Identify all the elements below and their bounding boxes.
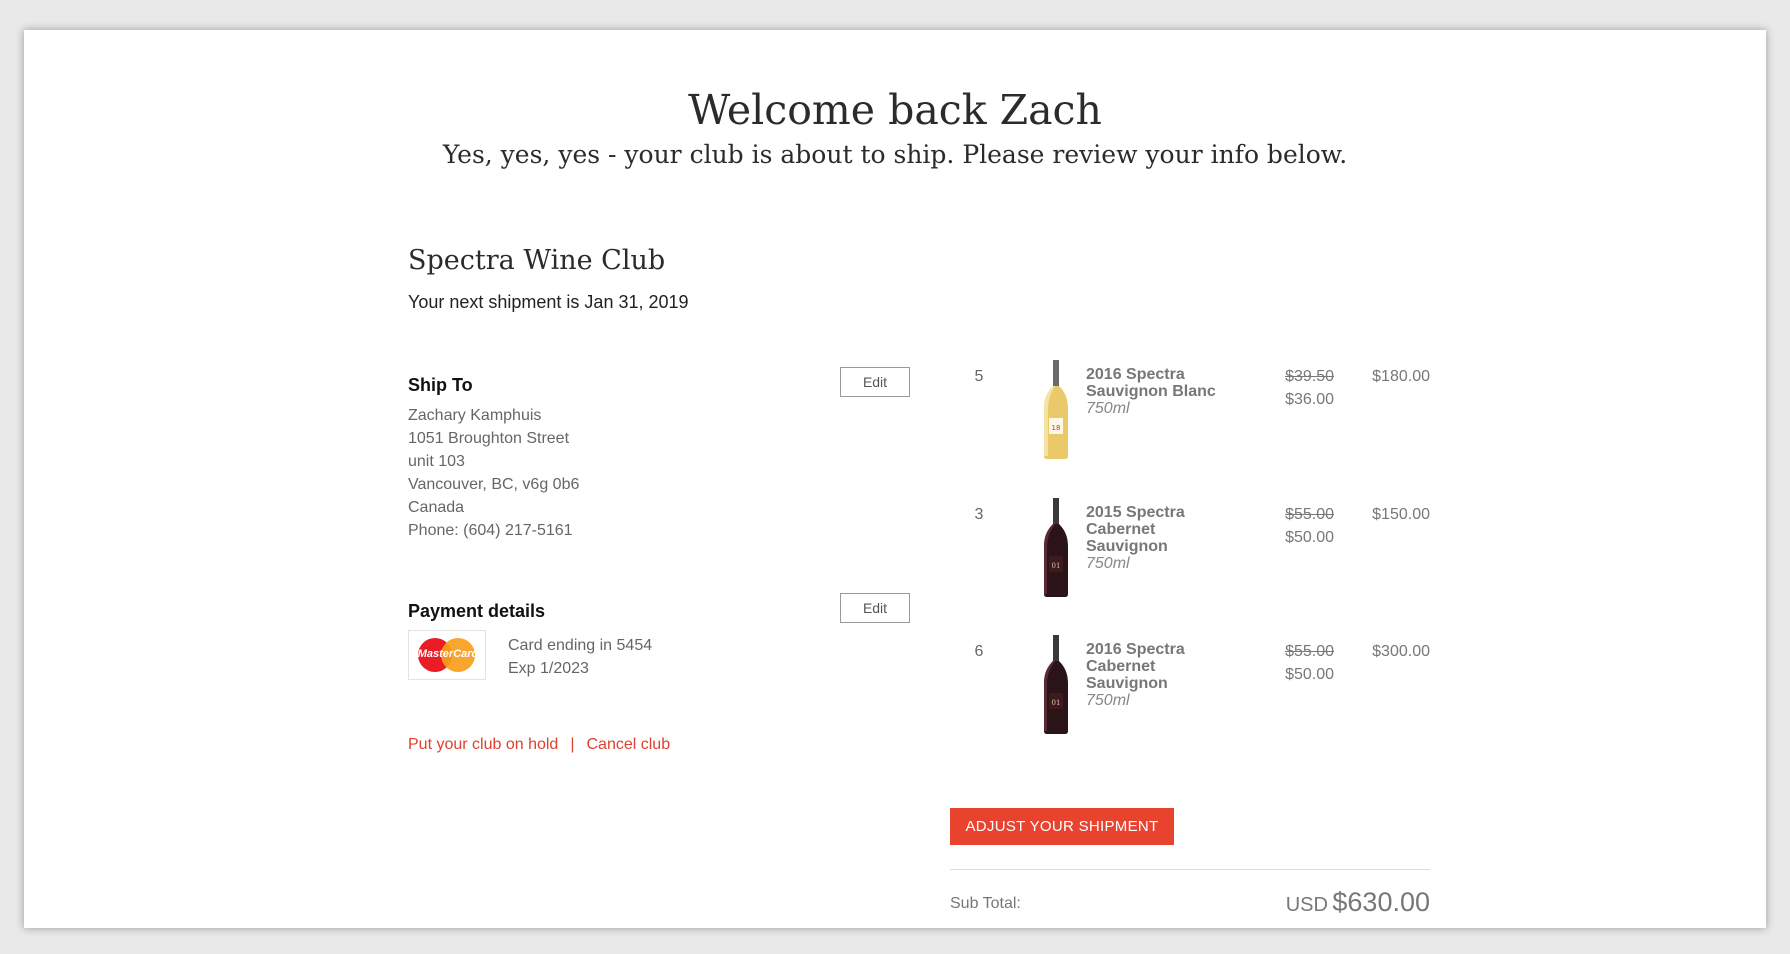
- address-country: Canada: [408, 499, 465, 516]
- subtotal-divider: [950, 869, 1430, 870]
- club-actions: Put your club on hold | Cancel club: [408, 736, 670, 754]
- card-expiry: Exp 1/2023: [508, 660, 589, 677]
- cancel-club-link[interactable]: Cancel club: [586, 736, 670, 753]
- item-name: 2015 Spectra Cabernet Sauvignon: [1086, 504, 1185, 555]
- ship-to-edit-button[interactable]: Edit: [840, 367, 910, 397]
- adjust-shipment-button[interactable]: ADJUST YOUR SHIPMENT: [950, 808, 1174, 845]
- page-title: Welcome back Zach: [688, 86, 1102, 134]
- address-unit: unit 103: [408, 453, 465, 470]
- club-name: Spectra Wine Club: [408, 245, 666, 276]
- next-shipment-date: Your next shipment is Jan 31, 2019: [408, 292, 689, 312]
- card-brand-text: MasterCard: [417, 648, 479, 660]
- mastercard-icon: MasterCard: [408, 630, 486, 680]
- subtotal-label: Sub Total:: [950, 895, 1021, 912]
- item-details: 2016 Spectra Cabernet Sauvignon 750ml: [1086, 641, 1196, 709]
- item-size: 750ml: [1086, 692, 1130, 709]
- red-wine-bottle-icon: 01: [1044, 635, 1068, 734]
- payment-heading: Payment details: [408, 601, 546, 621]
- item-size: 750ml: [1086, 555, 1130, 572]
- white-wine-bottle-icon: 18: [1044, 360, 1068, 459]
- red-wine-bottle-icon: 01: [1044, 498, 1068, 597]
- item-club-price: $36.00: [1285, 391, 1334, 408]
- link-separator: |: [570, 736, 575, 753]
- item-name: 2016 Spectra Cabernet Sauvignon: [1086, 641, 1185, 692]
- ship-to-address: Zachary Kamphuis 1051 Broughton Street u…: [408, 404, 579, 542]
- item-line-total: $180.00: [1372, 368, 1430, 385]
- item-line-total: $300.00: [1372, 643, 1430, 660]
- item-size: 750ml: [1086, 400, 1130, 417]
- card-ending: Card ending in 5454: [508, 637, 653, 654]
- item-details: 2016 Spectra Sauvignon Blanc 750ml: [1086, 366, 1236, 417]
- address-name: Zachary Kamphuis: [408, 407, 542, 424]
- item-club-price: $50.00: [1285, 666, 1334, 683]
- address-phone: Phone: (604) 217-5161: [408, 522, 573, 539]
- item-original-price: $55.00: [1285, 506, 1334, 523]
- item-quantity: 3: [974, 506, 984, 523]
- address-street: 1051 Broughton Street: [408, 430, 570, 447]
- payment-edit-button[interactable]: Edit: [840, 593, 910, 623]
- svg-text:01: 01: [1052, 562, 1061, 570]
- item-details: 2015 Spectra Cabernet Sauvignon 750ml: [1086, 504, 1196, 572]
- address-city: Vancouver, BC, v6g 0b6: [408, 476, 580, 493]
- item-quantity: 5: [974, 368, 984, 385]
- item-name: 2016 Spectra Sauvignon Blanc: [1086, 366, 1216, 400]
- page-frame: Welcome back Zach Yes, yes, yes - your c…: [24, 30, 1766, 928]
- subtotal-amount: $630.00: [1332, 887, 1430, 917]
- hold-club-link[interactable]: Put your club on hold: [408, 736, 558, 753]
- item-original-price: $39.50: [1285, 368, 1334, 385]
- page-subtitle: Yes, yes, yes - your club is about to sh…: [442, 140, 1348, 169]
- svg-text:01: 01: [1052, 699, 1061, 707]
- item-quantity: 6: [974, 643, 984, 660]
- card-info: Card ending in 5454 Exp 1/2023: [508, 634, 652, 680]
- item-line-total: $150.00: [1372, 506, 1430, 523]
- subtotal-value: USD $630.00: [1220, 887, 1430, 918]
- item-club-price: $50.00: [1285, 529, 1334, 546]
- subtotal-currency: USD: [1285, 894, 1328, 916]
- ship-to-heading: Ship To: [408, 375, 473, 395]
- item-original-price: $55.00: [1285, 643, 1334, 660]
- svg-text:18: 18: [1052, 424, 1061, 432]
